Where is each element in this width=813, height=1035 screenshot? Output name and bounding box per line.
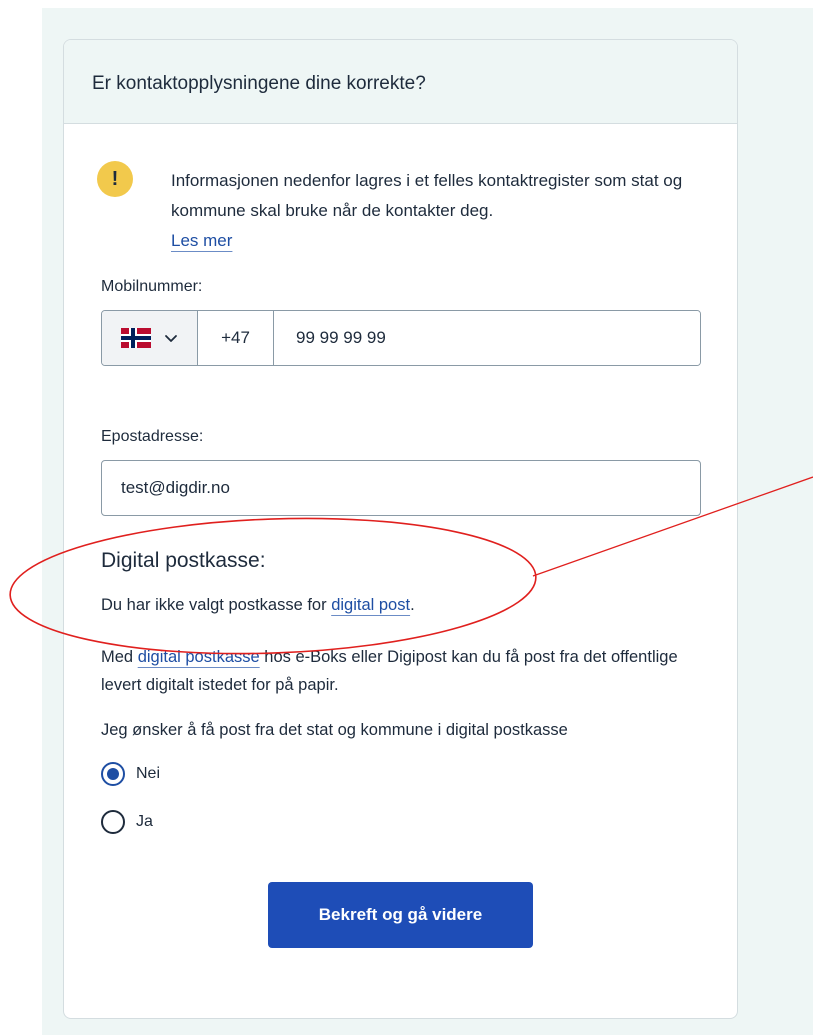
- phone-prefix: +47: [198, 311, 274, 365]
- mailbox-info-text: Med digital postkasse hos e-Boks eller D…: [101, 643, 711, 699]
- email-label: Epostadresse:: [101, 428, 204, 445]
- radio-option-nei[interactable]: Nei: [101, 762, 160, 786]
- status-end: .: [410, 596, 415, 614]
- digital-mailbox-heading: Digital postkasse:: [101, 549, 266, 572]
- info-prefix: Med: [101, 648, 138, 666]
- radio-label-nei: Nei: [136, 765, 161, 782]
- phone-input[interactable]: [274, 311, 700, 365]
- exclamation-icon: !: [97, 161, 133, 197]
- phone-label: Mobilnummer:: [101, 278, 203, 295]
- radio-label-ja: Ja: [136, 813, 153, 830]
- mailbox-status-text: Du har ikke valgt postkasse for digital …: [101, 591, 711, 619]
- digital-mailbox-link[interactable]: digital postkasse: [138, 648, 260, 666]
- card-header: Er kontaktopplysningene dine korrekte?: [64, 40, 737, 124]
- status-text: Du har ikke valgt postkasse for: [101, 596, 332, 614]
- radio-option-ja[interactable]: Ja: [101, 810, 153, 834]
- notice-text-block: Informasjonen nedenfor lagres i et felle…: [171, 166, 691, 256]
- digital-post-link[interactable]: digital post: [331, 596, 410, 614]
- country-code-select[interactable]: [102, 311, 198, 365]
- radio-button-nei[interactable]: [101, 762, 125, 786]
- phone-field-group: +47: [101, 310, 701, 366]
- confirm-button[interactable]: Bekreft og gå videre: [268, 882, 533, 948]
- notice-text: Informasjonen nedenfor lagres i et felle…: [171, 171, 683, 220]
- radio-button-ja[interactable]: [101, 810, 125, 834]
- chevron-down-icon: [164, 335, 177, 342]
- read-more-link[interactable]: Les mer: [171, 231, 232, 250]
- mailbox-question: Jeg ønsker å få post fra det stat og kom…: [101, 721, 568, 739]
- card-title: Er kontaktopplysningene dine korrekte?: [92, 73, 426, 94]
- norway-flag-icon: [120, 328, 151, 348]
- email-input[interactable]: [101, 460, 701, 516]
